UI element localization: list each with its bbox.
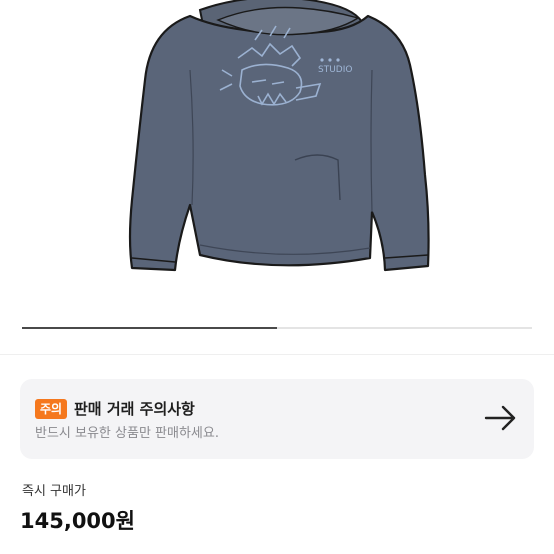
product-image[interactable]: STUDIO	[0, 0, 554, 328]
notice-description: 반드시 보유한 상품만 판매하세요.	[35, 426, 219, 441]
instant-buy-price: 145,000원	[20, 509, 135, 533]
arrow-right-icon[interactable]	[484, 403, 518, 433]
instant-buy-price-label: 즉시 구매가	[22, 484, 86, 499]
warning-badge: 주의	[35, 399, 68, 419]
gallery-progress-bar	[22, 327, 532, 329]
section-divider	[0, 354, 554, 355]
gallery-progress-fill	[22, 327, 277, 329]
sale-notice-card[interactable]: 주의 판매 거래 주의사항 반드시 보유한 상품만 판매하세요.	[20, 379, 534, 459]
notice-title: 판매 거래 주의사항	[74, 400, 195, 418]
hoodie-illustration: STUDIO	[128, 0, 430, 272]
print-studio-text: STUDIO	[318, 65, 352, 75]
